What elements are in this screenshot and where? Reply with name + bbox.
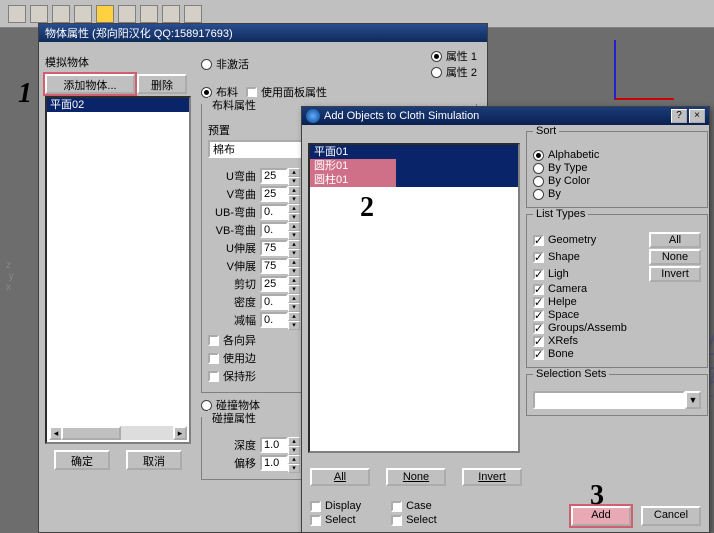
selection-set-combo[interactable]: ▼ [533,391,701,409]
noactive-radio[interactable]: 非激活 [201,48,249,80]
invert-button[interactable]: Invert [649,266,701,282]
spinner[interactable]: ▴▾ [288,168,300,184]
add-object-button[interactable]: 添加物体... [45,74,135,94]
object-list[interactable]: 平面01 圆形01 圆柱01 [308,143,520,453]
bone-check[interactable]: Bone [533,348,574,360]
sim-objects-label: 模拟物体 [45,54,191,70]
dialog-title: Add Objects to Cloth Simulation ? × [302,107,709,125]
select-dep-check[interactable]: Select [391,514,437,526]
list-item[interactable]: 圆形01 [310,159,518,173]
attr2-radio[interactable]: 属性 2 [431,64,477,80]
help-button[interactable]: ? [671,109,687,123]
chevron-down-icon[interactable]: ▼ [685,391,701,409]
list-item[interactable]: 平面01 [310,145,518,159]
sort-group: Sort Alphabetic By Type By Color By [526,131,708,208]
sort-alphabetic-radio[interactable]: Alphabetic [533,149,701,161]
list-item[interactable]: 圆柱01 [310,173,518,187]
camera-check[interactable]: Camera [533,283,587,295]
v-bend-input[interactable] [260,186,288,202]
add-objects-dialog: Add Objects to Cloth Simulation ? × 平面01… [301,106,710,533]
light-check[interactable]: Ligh [533,268,569,280]
xrefs-check[interactable]: XRefs [533,335,578,347]
none-button[interactable]: None [649,249,701,265]
scroll-right-icon[interactable]: ▸ [173,426,187,440]
shape-check[interactable]: Shape [533,251,580,263]
sort-bycolor-radio[interactable]: By Color [533,175,701,187]
sort-bytype-radio[interactable]: By Type [533,162,701,174]
scroll-thumb[interactable] [61,426,121,440]
cancel-button[interactable]: Cancel [641,506,701,526]
all-button[interactable]: All [310,468,370,486]
viewport-axis: z yx [6,260,14,293]
cancel-button[interactable]: 取消 [126,450,182,470]
selection-sets-group: Selection Sets ▼ [526,374,708,416]
geometry-check[interactable]: Geometry [533,234,596,246]
select-check[interactable]: Select [310,514,361,526]
attr1-radio[interactable]: 属性 1 [431,48,477,64]
dialog-title: 物体属性 (郑向阳汉化 QQ:158917693) [39,24,487,42]
none-button[interactable]: None [386,468,446,486]
ok-button[interactable]: 确定 [54,450,110,470]
close-button[interactable]: × [689,109,705,123]
groups-check[interactable]: Groups/Assemb [533,322,627,334]
add-button[interactable]: Add [571,506,631,526]
sort-by-radio[interactable]: By [533,188,701,200]
bg-axis-indicator [614,40,674,100]
app-icon [306,109,320,123]
case-check[interactable]: Case [391,500,437,512]
delete-button[interactable]: 删除 [137,74,187,94]
all-button[interactable]: All [649,232,701,248]
invert-button[interactable]: Invert [462,468,522,486]
list-types-group: List Types GeometryAll ShapeNone LighInv… [526,214,708,368]
scrollbar[interactable]: ◂ ▸ [49,426,187,440]
space-check[interactable]: Space [533,309,579,321]
object-list[interactable]: 平面02 ◂ ▸ [45,96,191,444]
annotation-1: 1 [18,78,32,110]
u-bend-input[interactable] [260,168,288,184]
helper-check[interactable]: Helpe [533,296,577,308]
display-check[interactable]: Display [310,500,361,512]
list-item[interactable]: 平面02 [47,98,189,112]
